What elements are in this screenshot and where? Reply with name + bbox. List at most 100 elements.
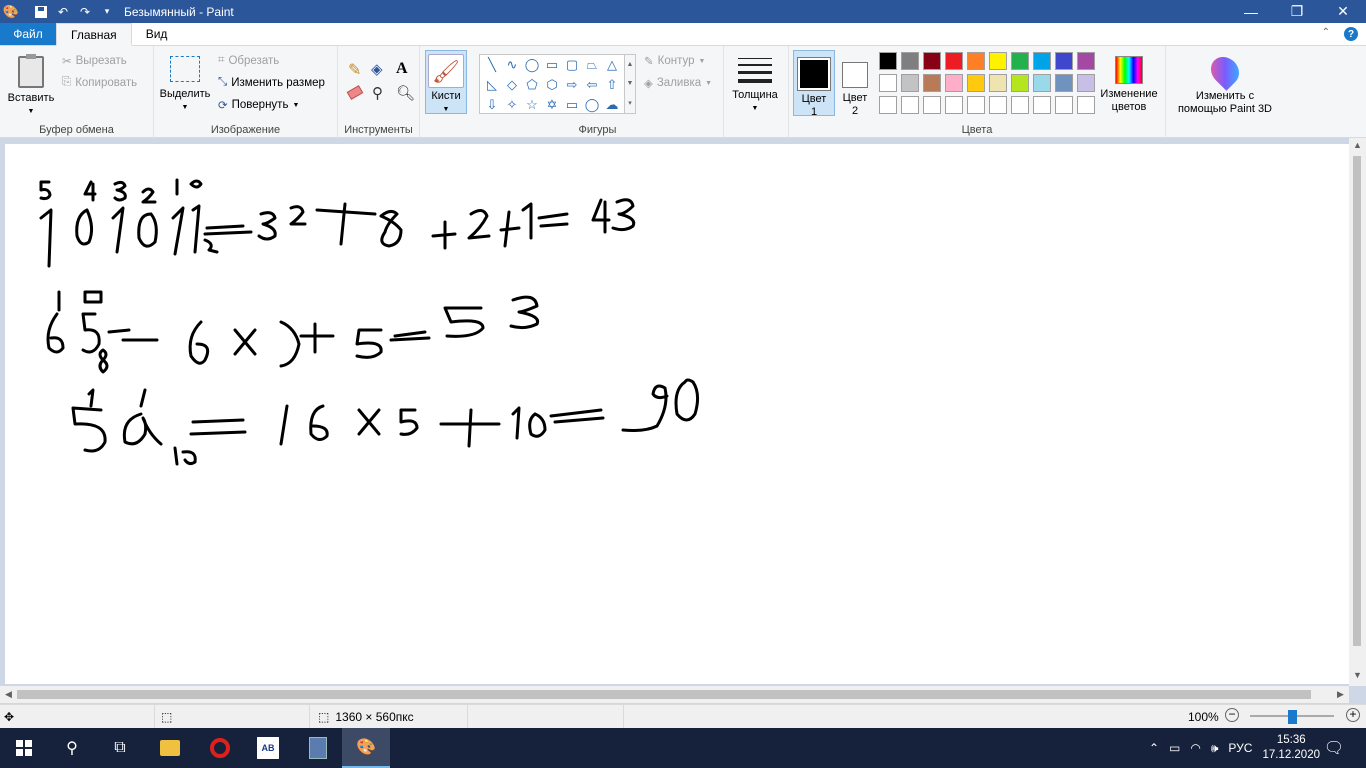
up-arrow-shape-icon[interactable]: ⇧	[602, 75, 622, 95]
oval-shape-icon[interactable]: ◯	[522, 55, 542, 75]
palette-swatch[interactable]	[1011, 52, 1029, 70]
palette-swatch[interactable]	[989, 74, 1007, 92]
scroll-left-icon[interactable]: ◀	[0, 686, 17, 703]
pencil-icon[interactable]: ✎	[348, 60, 361, 80]
paste-button[interactable]: Вставить ▼	[4, 48, 58, 118]
hexagon-shape-icon[interactable]: ⬡	[542, 75, 562, 95]
zoom-in-icon[interactable]: +	[1346, 708, 1360, 722]
cloud-callout-shape-icon[interactable]: ☁	[602, 95, 622, 115]
color1-button[interactable]: Цвет 1	[793, 50, 835, 118]
pentagon-shape-icon[interactable]: ⬠	[522, 75, 542, 95]
horizontal-scroll-thumb[interactable]	[17, 690, 1311, 699]
five-point-star-shape-icon[interactable]: ☆	[522, 95, 542, 115]
palette-swatch[interactable]	[967, 96, 985, 114]
zoom-slider-thumb[interactable]	[1288, 710, 1297, 724]
palette-swatch[interactable]	[1011, 96, 1029, 114]
color-picker-icon[interactable]: ⚲	[372, 84, 383, 102]
text-icon[interactable]: A	[396, 60, 408, 78]
fill-button[interactable]: ◈ Заливка ▼	[644, 76, 712, 90]
palette-swatch[interactable]	[923, 52, 941, 70]
vertical-scrollbar[interactable]: ▲ ▼	[1349, 138, 1366, 686]
palette-swatch[interactable]	[1055, 74, 1073, 92]
brushes-button[interactable]: 🖌︎ Кисти ▼	[425, 50, 467, 114]
palette-swatch[interactable]	[901, 74, 919, 92]
six-point-star-shape-icon[interactable]: ✡	[542, 95, 562, 115]
triangle-shape-icon[interactable]: △	[602, 55, 622, 75]
chevron-down-icon[interactable]: ▼	[627, 80, 634, 87]
right-arrow-shape-icon[interactable]: ⇨	[562, 75, 582, 95]
horizontal-scrollbar[interactable]: ◀ ▶	[0, 686, 1349, 703]
left-arrow-shape-icon[interactable]: ⇦	[582, 75, 602, 95]
customize-toolbar-icon[interactable]: ▾	[96, 0, 118, 23]
eraser-icon[interactable]	[346, 85, 364, 100]
palette-swatch[interactable]	[1077, 52, 1095, 70]
palette-swatch[interactable]	[989, 52, 1007, 70]
right-triangle-shape-icon[interactable]: ◺	[482, 75, 502, 95]
chevron-up-icon[interactable]: ▲	[627, 61, 634, 68]
zoom-out-icon[interactable]: −	[1225, 708, 1239, 722]
palette-swatch[interactable]	[879, 96, 897, 114]
scroll-up-icon[interactable]: ▲	[1349, 140, 1366, 150]
select-button[interactable]: Выделить ▼	[158, 48, 212, 114]
copy-button[interactable]: ⎘ Копировать	[62, 76, 137, 89]
oval-callout-shape-icon[interactable]: ◯	[582, 95, 602, 115]
palette-swatch[interactable]	[901, 52, 919, 70]
tab-home[interactable]: Главная	[56, 23, 132, 46]
palette-swatch[interactable]	[967, 74, 985, 92]
language-indicator[interactable]: РУС	[1228, 741, 1252, 755]
color2-button[interactable]: Цвет 2	[836, 50, 874, 117]
rounded-rectangle-shape-icon[interactable]: ▢	[562, 55, 582, 75]
palette-swatch[interactable]	[945, 74, 963, 92]
crop-button[interactable]: ⌗ Обрезать	[218, 54, 279, 67]
palette-swatch[interactable]	[967, 52, 985, 70]
magnifier-icon[interactable]: 🔍︎	[396, 84, 415, 102]
line-shape-icon[interactable]: ╲	[482, 55, 502, 75]
scroll-down-icon[interactable]: ▼	[1349, 670, 1366, 680]
drawing-canvas[interactable]	[5, 144, 1349, 684]
palette-swatch[interactable]	[1077, 74, 1095, 92]
polygon-shape-icon[interactable]: ⏢	[582, 55, 602, 75]
four-point-star-shape-icon[interactable]: ✧	[502, 95, 522, 115]
palette-swatch[interactable]	[923, 96, 941, 114]
rectangle-shape-icon[interactable]: ▭	[542, 55, 562, 75]
save-icon[interactable]	[30, 0, 52, 23]
tab-file[interactable]: Файл	[0, 23, 56, 45]
help-icon[interactable]: ?	[1344, 27, 1358, 41]
restore-button[interactable]: ❐	[1274, 0, 1320, 23]
palette-swatch[interactable]	[923, 74, 941, 92]
cut-button[interactable]: ✂ Вырезать	[62, 54, 127, 68]
taskbar-calculator[interactable]	[294, 728, 342, 768]
start-button[interactable]	[0, 728, 48, 768]
palette-swatch[interactable]	[1033, 52, 1051, 70]
palette-swatch[interactable]	[989, 96, 1007, 114]
show-hidden-icons-icon[interactable]: ⌃	[1149, 741, 1159, 755]
palette-swatch[interactable]	[1077, 96, 1095, 114]
palette-swatch[interactable]	[1033, 74, 1051, 92]
shapes-gallery-scroll[interactable]: ▲ ▼ ▾	[624, 54, 636, 114]
network-icon[interactable]: ◠	[1190, 741, 1200, 755]
taskbar-abbyy[interactable]: AB	[244, 728, 292, 768]
rect-callout-shape-icon[interactable]: ▭	[562, 95, 582, 115]
volume-icon[interactable]: 🕪︎	[1211, 741, 1219, 756]
edit-colors-button[interactable]: Изменение цветов	[1096, 48, 1162, 114]
battery-icon[interactable]: ▭	[1169, 741, 1180, 755]
taskbar-file-explorer[interactable]	[146, 728, 194, 768]
size-button[interactable]: Толщина ▼	[728, 48, 782, 115]
palette-swatch[interactable]	[879, 52, 897, 70]
paint-app-icon[interactable]: 🎨	[0, 0, 22, 23]
rotate-button[interactable]: ⟳ Повернуть ▼	[218, 98, 299, 112]
notifications-button[interactable]: 🗨︎	[1310, 728, 1358, 768]
edit-with-paint3d-button[interactable]: Изменить с помощью Paint 3D	[1172, 48, 1278, 116]
diamond-shape-icon[interactable]: ◇	[502, 75, 522, 95]
palette-swatch[interactable]	[945, 52, 963, 70]
undo-icon[interactable]: ↶	[52, 0, 74, 23]
taskbar-opera[interactable]	[196, 728, 244, 768]
palette-swatch[interactable]	[879, 74, 897, 92]
scroll-right-icon[interactable]: ▶	[1332, 686, 1349, 703]
expand-gallery-icon[interactable]: ▾	[628, 99, 632, 107]
minimize-button[interactable]: —	[1228, 0, 1274, 23]
down-arrow-shape-icon[interactable]: ⇩	[482, 95, 502, 115]
palette-swatch[interactable]	[1011, 74, 1029, 92]
redo-icon[interactable]: ↷	[74, 0, 96, 23]
fill-bucket-icon[interactable]: ◈	[371, 60, 383, 78]
